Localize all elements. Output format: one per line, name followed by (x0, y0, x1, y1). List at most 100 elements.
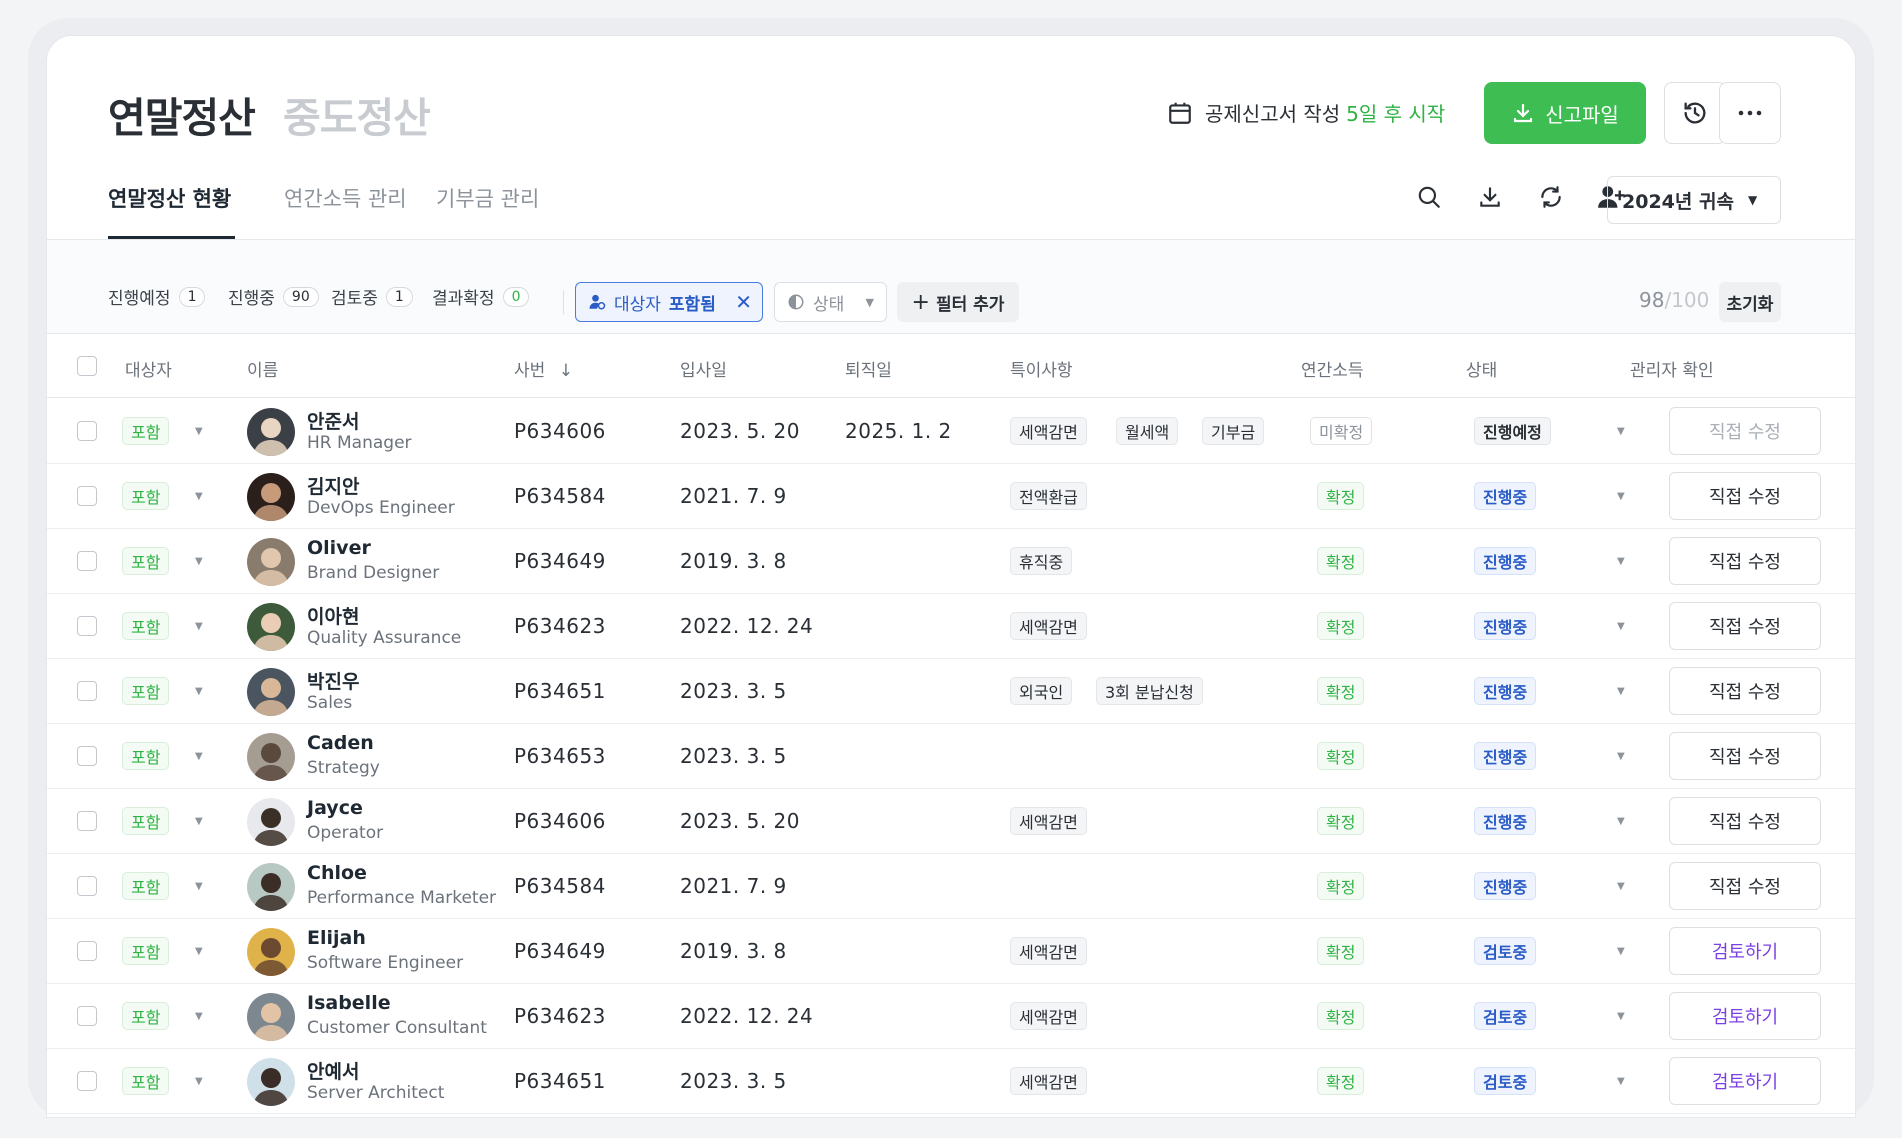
row-checkbox[interactable] (77, 486, 97, 506)
row-checkbox[interactable] (77, 681, 97, 701)
stat-confirmed[interactable]: 결과확정 0 (432, 284, 530, 309)
chevron-down-icon[interactable]: ▼ (195, 1076, 203, 1087)
chevron-down-icon[interactable]: ▼ (1617, 751, 1625, 762)
col-admin[interactable]: 관리자 확인 (1630, 356, 1714, 381)
chevron-down-icon[interactable]: ▼ (1617, 946, 1625, 957)
employee-name[interactable]: Chloe (307, 862, 367, 884)
col-name[interactable]: 이름 (247, 356, 278, 381)
admin-action-button[interactable]: 직접 수정 (1669, 602, 1821, 650)
status-badge[interactable]: 진행중 (1474, 677, 1537, 705)
employee-name[interactable]: Caden (307, 732, 374, 754)
tab-donation[interactable]: 기부금 관리 (436, 183, 539, 213)
status-badge[interactable]: 진행중 (1474, 482, 1537, 510)
chevron-down-icon[interactable]: ▼ (195, 491, 203, 502)
add-filter-button[interactable]: + 필터 추가 (897, 282, 1019, 322)
employee-name[interactable]: Isabelle (307, 992, 391, 1014)
admin-action-button[interactable]: 검토하기 (1669, 992, 1821, 1040)
table-row[interactable]: 포함 ▼ Elijah Software Engineer P634649 20… (47, 919, 1855, 984)
search-button[interactable] (1414, 182, 1444, 212)
stat-scheduled[interactable]: 진행예정 1 (108, 284, 206, 309)
admin-action-button[interactable]: 직접 수정 (1669, 667, 1821, 715)
page-title[interactable]: 연말정산 (108, 84, 256, 144)
year-select[interactable]: 2024년 귀속 ▼ (1607, 176, 1781, 224)
chevron-down-icon[interactable]: ▼ (1617, 426, 1625, 437)
table-row[interactable]: 포함 ▼ Isabelle Customer Consultant P63462… (47, 984, 1855, 1049)
chevron-down-icon[interactable]: ▼ (195, 556, 203, 567)
admin-action-button[interactable]: 직접 수정 (1669, 732, 1821, 780)
stat-in-progress[interactable]: 진행중 90 (228, 284, 319, 309)
status-badge[interactable]: 진행예정 (1474, 417, 1551, 445)
chevron-down-icon[interactable]: ▼ (195, 686, 203, 697)
table-row[interactable]: 포함 ▼ Chloe Performance Marketer P634584 … (47, 854, 1855, 919)
chevron-down-icon[interactable]: ▼ (195, 621, 203, 632)
col-target[interactable]: 대상자 (125, 356, 172, 381)
admin-action-button[interactable]: 직접 수정 (1669, 472, 1821, 520)
status-badge[interactable]: 검토중 (1474, 1067, 1537, 1095)
employee-name[interactable]: 안예서 (307, 1057, 359, 1084)
select-all-checkbox[interactable] (77, 356, 97, 376)
table-row[interactable]: 포함 ▼ 이아현 Quality Assurance P634623 2022.… (47, 594, 1855, 659)
target-badge[interactable]: 포함 (122, 547, 170, 575)
target-badge[interactable]: 포함 (122, 677, 170, 705)
employee-name[interactable]: Oliver (307, 537, 371, 559)
row-checkbox[interactable] (77, 1071, 97, 1091)
close-icon[interactable]: ✕ (735, 290, 752, 314)
row-checkbox[interactable] (77, 551, 97, 571)
export-button[interactable] (1475, 182, 1505, 212)
table-row[interactable]: 포함 ▼ 박진우 Sales P634651 2023. 3. 5 외국인 3회 … (47, 659, 1855, 724)
chevron-down-icon[interactable]: ▼ (1617, 1076, 1625, 1087)
status-badge[interactable]: 진행중 (1474, 872, 1537, 900)
chevron-down-icon[interactable]: ▼ (195, 881, 203, 892)
tab-year-end-status[interactable]: 연말정산 현황 (108, 183, 231, 213)
page-title-secondary[interactable]: 중도정산 (283, 84, 431, 144)
employee-name[interactable]: 안준서 (307, 407, 359, 434)
target-badge[interactable]: 포함 (122, 1002, 170, 1030)
chevron-down-icon[interactable]: ▼ (1617, 686, 1625, 697)
chevron-down-icon[interactable]: ▼ (195, 816, 203, 827)
report-file-button[interactable]: 신고파일 (1484, 82, 1646, 144)
table-row[interactable]: 포함 ▼ 김지안 DevOps Engineer P634584 2021. 7… (47, 464, 1855, 529)
employee-name[interactable]: Elijah (307, 927, 366, 949)
target-badge[interactable]: 포함 (122, 807, 170, 835)
row-checkbox[interactable] (77, 1006, 97, 1026)
col-income[interactable]: 연간소득 (1301, 356, 1364, 381)
target-filter-chip[interactable]: 대상자 포함됨 ✕ (575, 282, 763, 322)
status-badge[interactable]: 진행중 (1474, 547, 1537, 575)
target-badge[interactable]: 포함 (122, 742, 170, 770)
row-checkbox[interactable] (77, 746, 97, 766)
chevron-down-icon[interactable]: ▼ (1617, 621, 1625, 632)
row-checkbox[interactable] (77, 421, 97, 441)
admin-action-button[interactable]: 검토하기 (1669, 927, 1821, 975)
col-status[interactable]: 상태 (1466, 356, 1497, 381)
admin-action-button[interactable]: 직접 수정 (1669, 537, 1821, 585)
status-badge[interactable]: 검토중 (1474, 1002, 1537, 1030)
row-checkbox[interactable] (77, 941, 97, 961)
col-hire-date[interactable]: 입사일 (680, 356, 727, 381)
chevron-down-icon[interactable]: ▼ (1617, 881, 1625, 892)
target-badge[interactable]: 포함 (122, 1067, 170, 1095)
chevron-down-icon[interactable]: ▼ (1617, 556, 1625, 567)
history-button[interactable] (1664, 82, 1726, 144)
row-checkbox[interactable] (77, 811, 97, 831)
table-row[interactable]: 포함 ▼ 안준서 HR Manager P634606 2023. 5. 20 … (47, 399, 1855, 464)
chevron-down-icon[interactable]: ▼ (195, 751, 203, 762)
chevron-down-icon[interactable]: ▼ (1617, 491, 1625, 502)
table-row[interactable]: 포함 ▼ Caden Strategy P634653 2023. 3. 5 확… (47, 724, 1855, 789)
refresh-button[interactable] (1536, 182, 1566, 212)
col-leave-date[interactable]: 퇴직일 (845, 356, 892, 381)
state-filter-chip[interactable]: 상태 ▼ (774, 282, 887, 322)
admin-action-button[interactable]: 직접 수정 (1669, 862, 1821, 910)
status-badge[interactable]: 진행중 (1474, 807, 1537, 835)
table-row[interactable]: 포함 ▼ Oliver Brand Designer P634649 2019.… (47, 529, 1855, 594)
status-badge[interactable]: 검토중 (1474, 937, 1537, 965)
table-row[interactable]: 포함 ▼ Jayce Operator P634606 2023. 5. 20 … (47, 789, 1855, 854)
more-button[interactable] (1719, 82, 1781, 144)
chevron-down-icon[interactable]: ▼ (195, 426, 203, 437)
admin-action-button[interactable]: 검토하기 (1669, 1057, 1821, 1105)
chevron-down-icon[interactable]: ▼ (195, 946, 203, 957)
target-badge[interactable]: 포함 (122, 417, 170, 445)
employee-name[interactable]: 박진우 (307, 667, 359, 694)
table-row[interactable]: 포함 ▼ 안예서 Server Architect P634651 2023. … (47, 1049, 1855, 1114)
status-badge[interactable]: 진행중 (1474, 742, 1537, 770)
target-badge[interactable]: 포함 (122, 482, 170, 510)
